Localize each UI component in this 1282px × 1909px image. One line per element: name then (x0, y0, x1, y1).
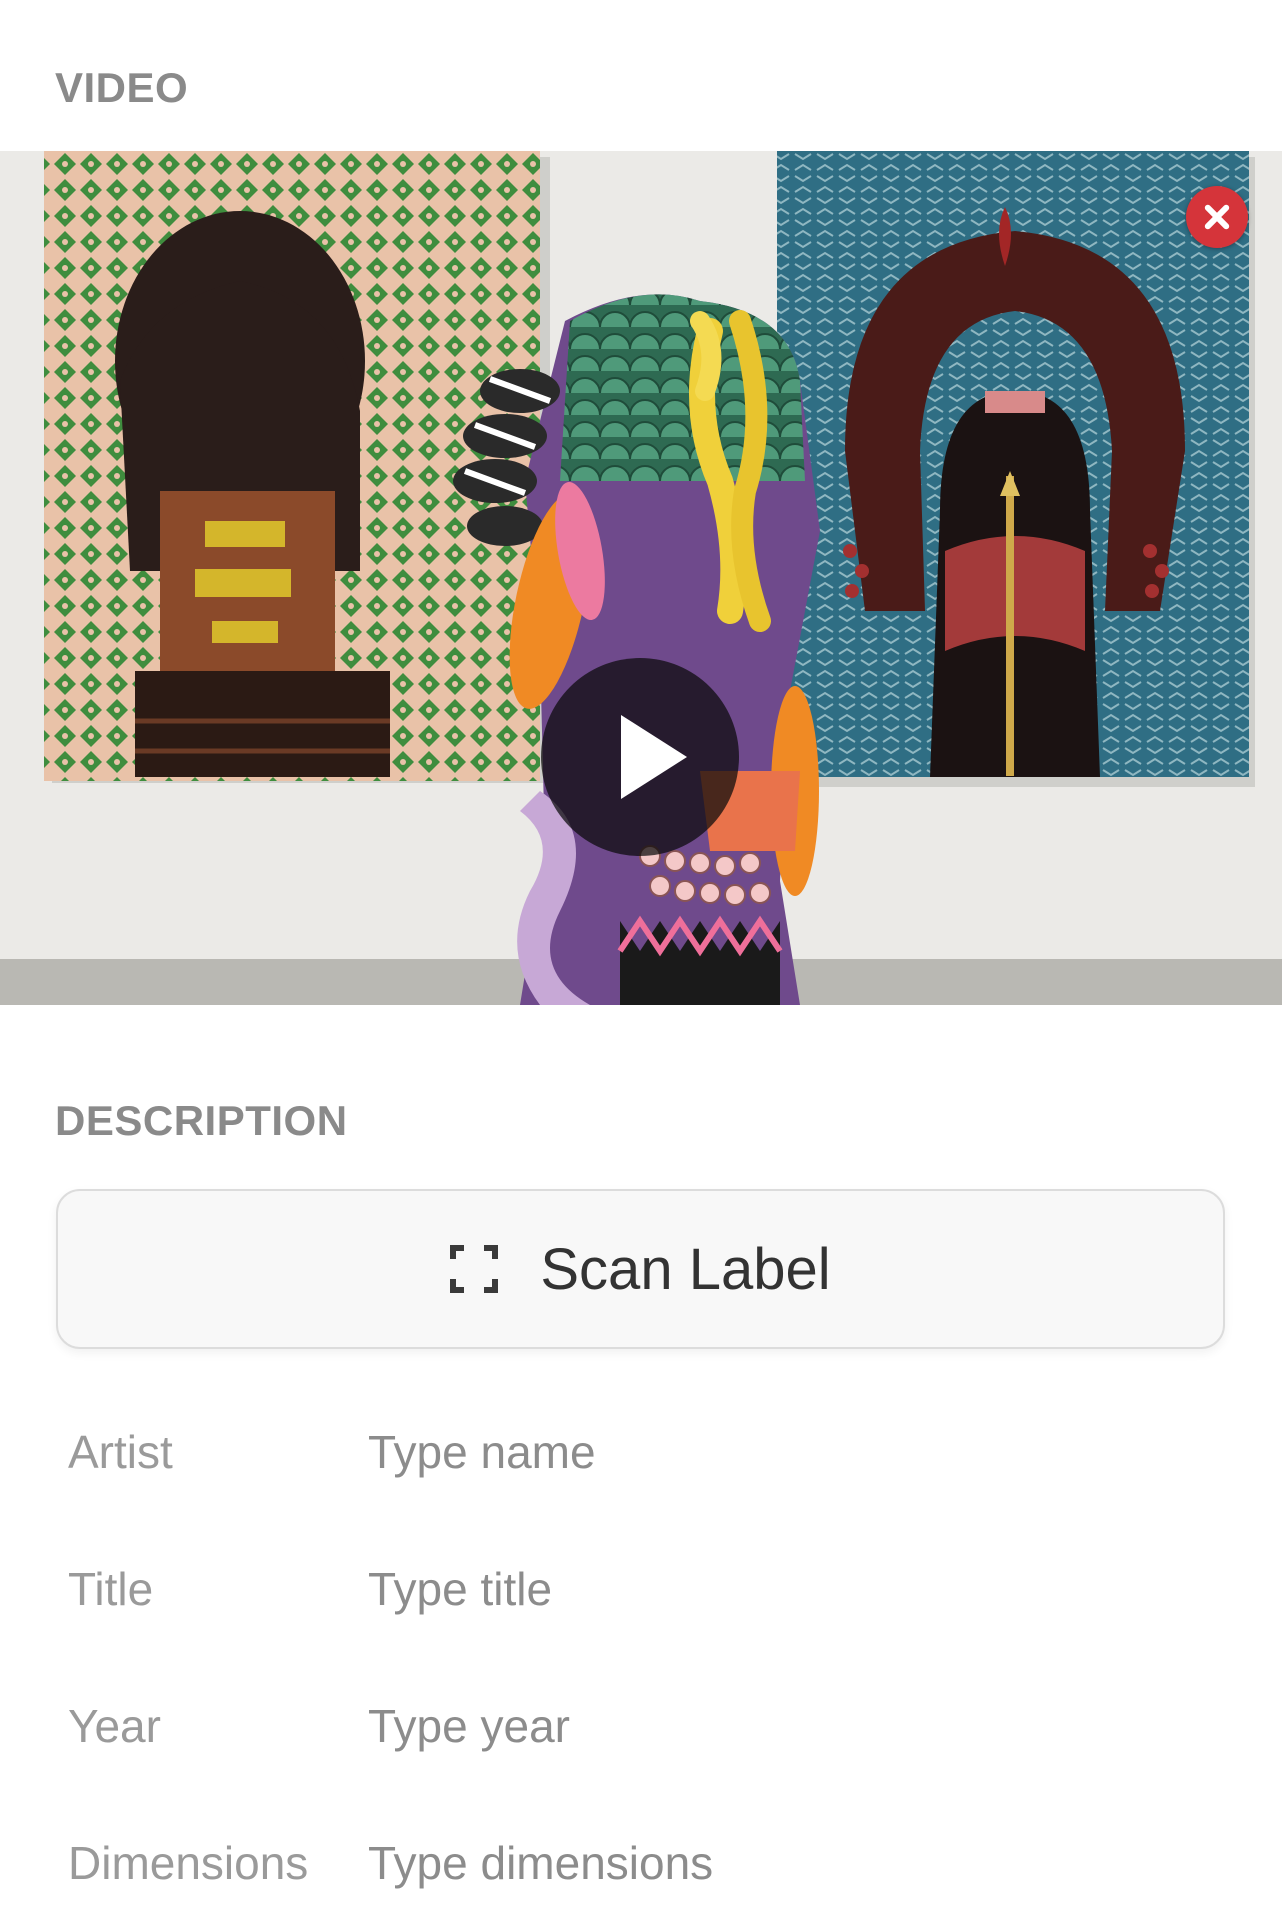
artwork-form-page: VIDEO DESCRIPTION Scan Label Artist Type… (0, 0, 1282, 1909)
video-section-label: VIDEO (55, 64, 189, 111)
artist-row: Artist (68, 1412, 1218, 1492)
dimensions-label: Dimensions (68, 1837, 309, 1889)
scan-label-text: Scan Label (540, 1236, 831, 1302)
video-thumbnail[interactable] (0, 151, 1282, 1005)
play-icon (621, 715, 687, 799)
remove-video-button[interactable] (1186, 186, 1248, 248)
year-label: Year (68, 1700, 161, 1752)
title-label: Title (68, 1563, 154, 1615)
year-input[interactable] (368, 1691, 1218, 1761)
dimensions-input[interactable] (368, 1828, 1218, 1898)
scan-frame-icon (450, 1245, 499, 1293)
title-input[interactable] (368, 1554, 1218, 1624)
artist-input[interactable] (368, 1417, 1218, 1487)
scan-label-button[interactable]: Scan Label (56, 1189, 1225, 1349)
description-section-label: DESCRIPTION (55, 1097, 348, 1144)
title-row: Title (68, 1549, 1218, 1629)
video-preview-image (0, 151, 1282, 1005)
year-row: Year (68, 1686, 1218, 1766)
artist-label: Artist (68, 1426, 173, 1478)
dimensions-row: Dimensions (68, 1823, 1218, 1903)
play-button[interactable] (541, 658, 739, 856)
